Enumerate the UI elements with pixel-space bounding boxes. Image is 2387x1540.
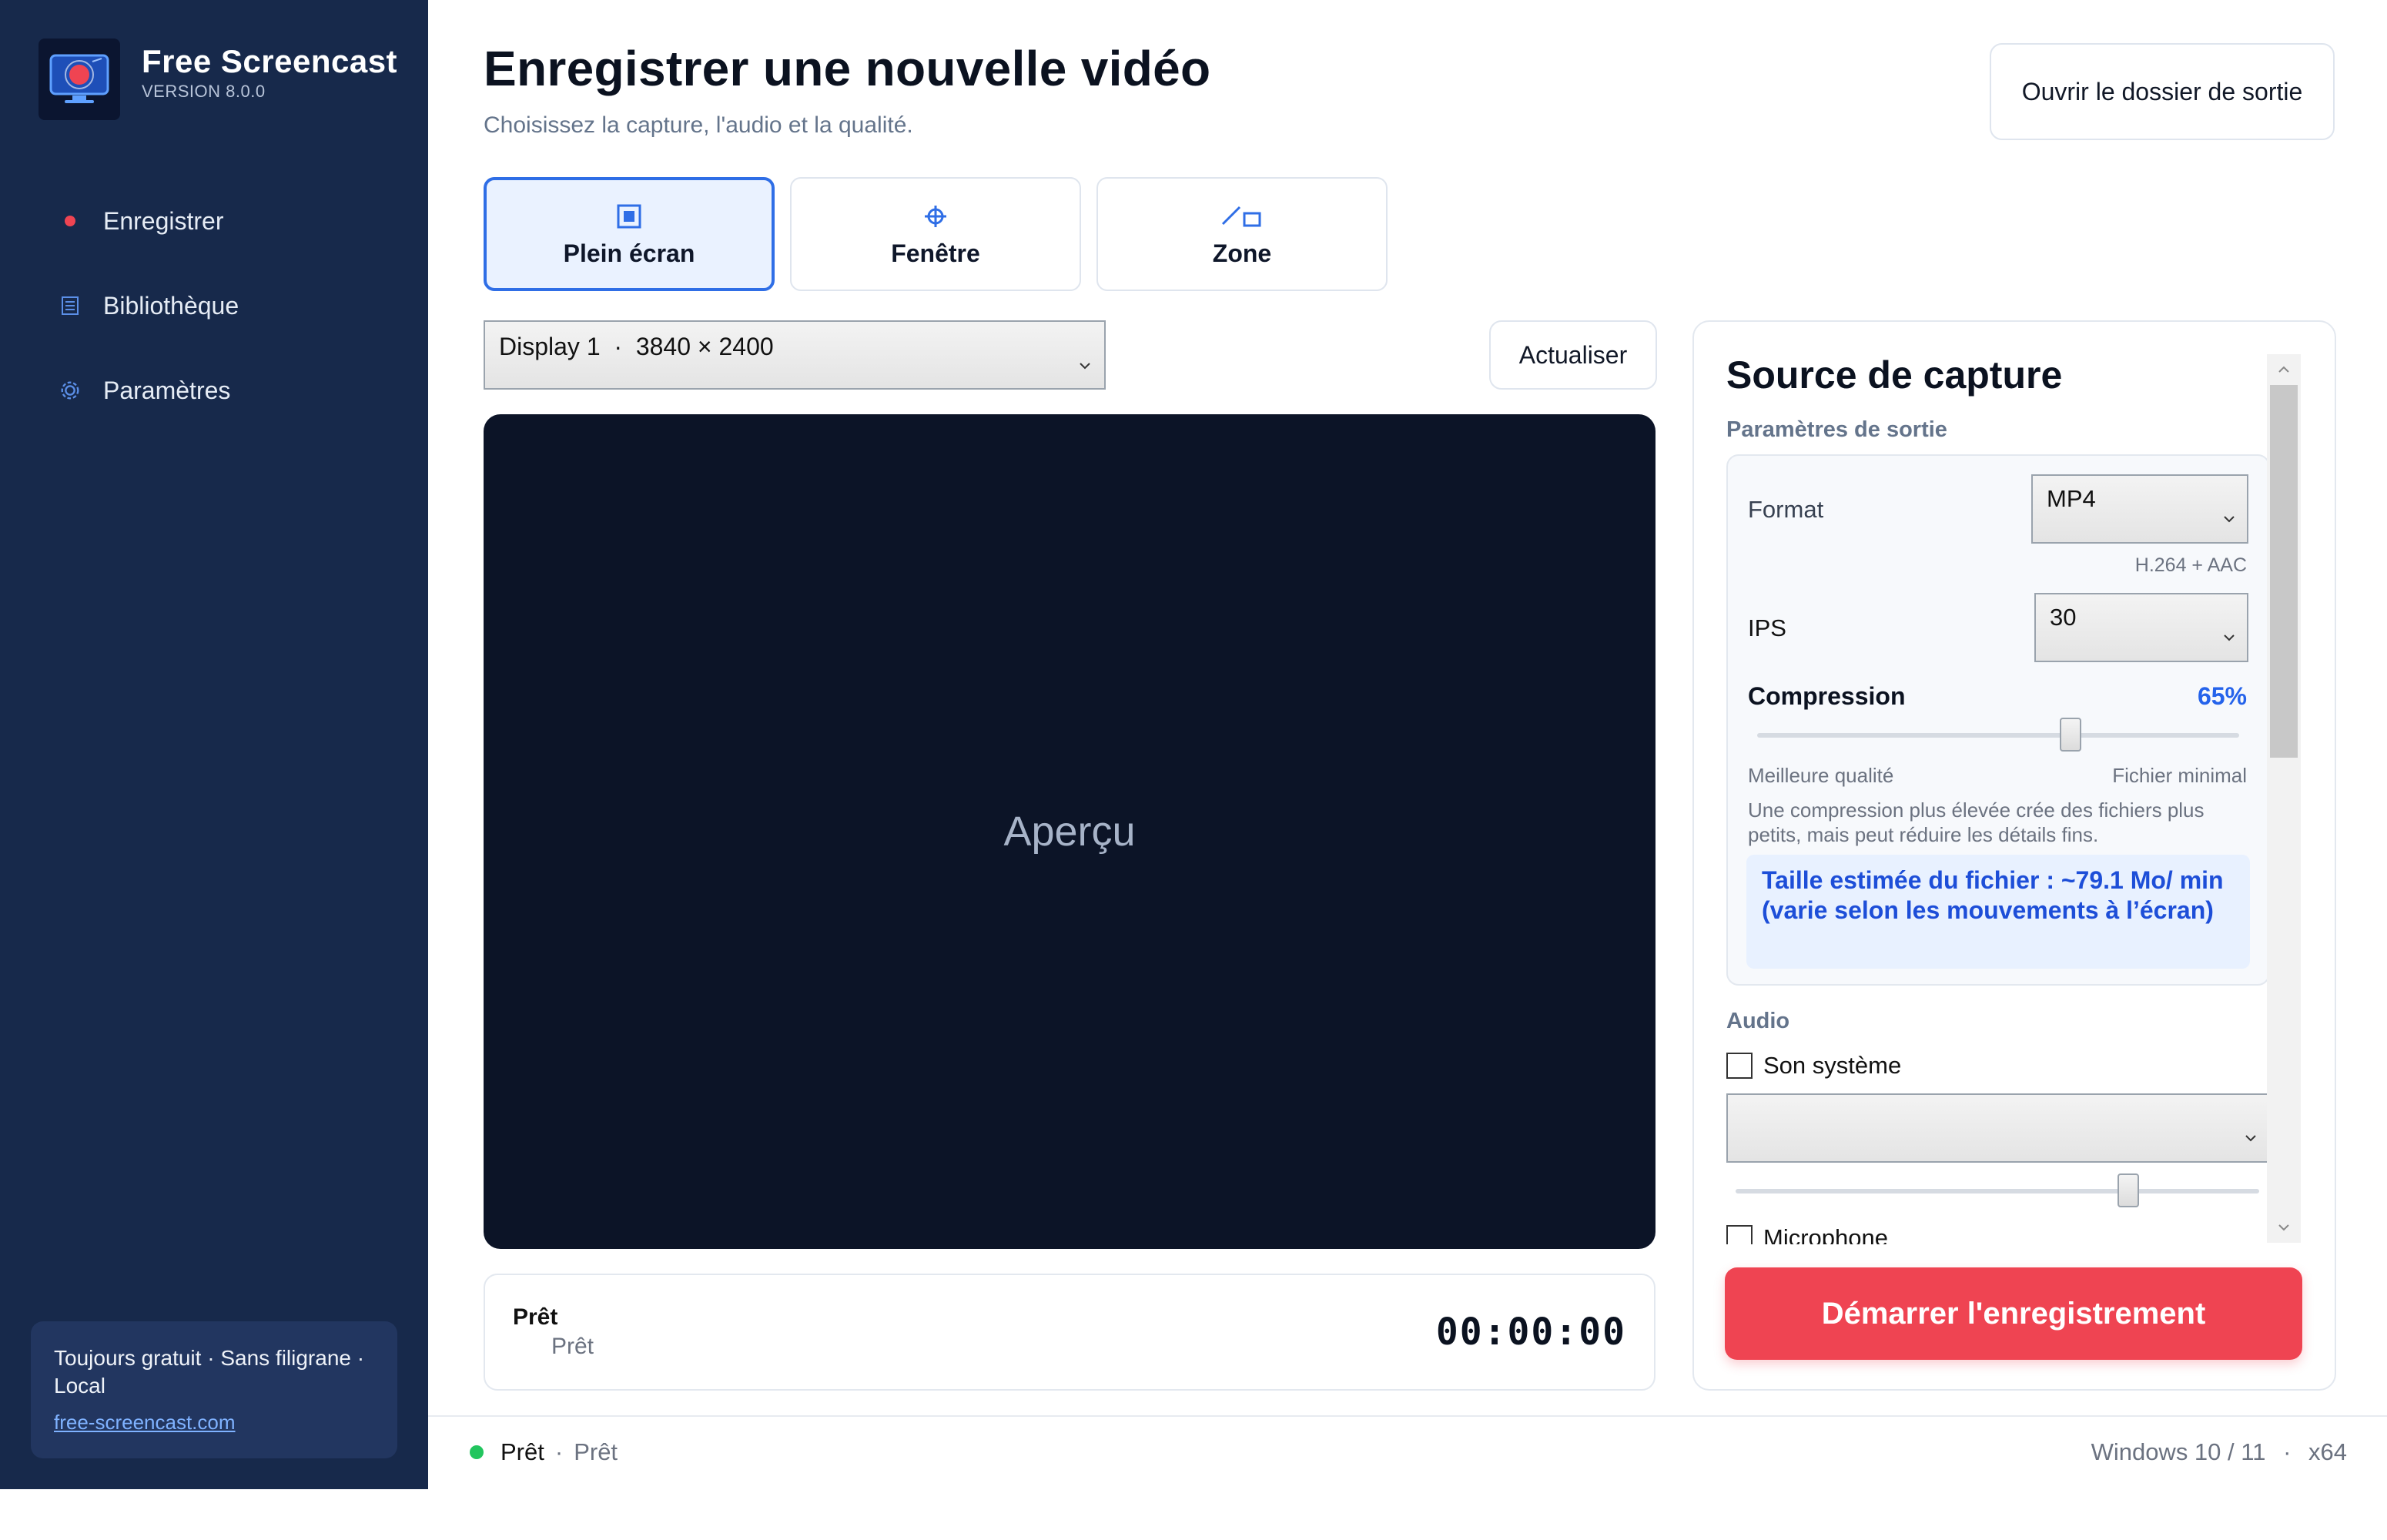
- capture-source-panel: Source de capture Paramètres de sortie F…: [1692, 320, 2336, 1391]
- crosshair-icon: [923, 201, 948, 232]
- recording-status-card: Prêt Prêt 00:00:00: [484, 1274, 1656, 1391]
- sidebar-item-label: Bibliothèque: [103, 291, 239, 320]
- audio-heading: Audio: [1726, 1009, 1790, 1033]
- website-link[interactable]: free-screencast.com: [54, 1411, 236, 1435]
- system-volume-slider-track[interactable]: [1736, 1189, 2259, 1194]
- start-recording-button[interactable]: Démarrer l'enregistrement: [1725, 1267, 2302, 1360]
- format-select-value: MP4: [2047, 485, 2096, 512]
- platform-label: Windows 10 / 11: [2091, 1438, 2266, 1465]
- app-version: VERSION 8.0.0: [142, 82, 266, 101]
- system-sound-label: Son système: [1763, 1052, 1902, 1079]
- sidebar-item-record[interactable]: Enregistrer: [0, 179, 428, 263]
- chevron-down-icon: [1078, 348, 1092, 377]
- sidebar-item-label: Paramètres: [103, 376, 231, 404]
- recording-timer: 00:00:00: [1435, 1311, 1626, 1354]
- compression-description: Une compression plus élevée crée des fic…: [1748, 798, 2205, 846]
- panel-scroll-area[interactable]: Source de capture Paramètres de sortie F…: [1694, 322, 2272, 1244]
- scrollbar-thumb[interactable]: [2270, 385, 2298, 758]
- brand: Free Screencast VERSION 8.0.0: [38, 38, 397, 120]
- scroll-down-arrow-icon[interactable]: [2267, 1212, 2301, 1243]
- region-icon: [1221, 201, 1263, 232]
- fps-select[interactable]: 30: [2034, 593, 2248, 662]
- app-logo-icon: [38, 38, 120, 120]
- library-icon: [59, 294, 82, 317]
- status-state: Prêt: [500, 1438, 544, 1465]
- compression-max-label: Fichier minimal: [2112, 764, 2247, 787]
- display-select[interactable]: Display 1 · 3840 × 2400: [484, 320, 1106, 390]
- output-settings-heading: Paramètres de sortie: [1726, 417, 1947, 442]
- capture-mode-tabs: Plein écran Fenêtre Zone: [484, 177, 1388, 291]
- sidebar: Free Screencast VERSION 8.0.0 Enregistre…: [0, 0, 428, 1489]
- compression-value: 65%: [2197, 682, 2247, 710]
- capture-preview: Aperçu: [484, 414, 1656, 1249]
- status-subtitle: Prêt: [551, 1334, 594, 1359]
- sidebar-item-settings[interactable]: Paramètres: [0, 348, 428, 433]
- page-subtitle: Choisissez la capture, l'audio et la qua…: [484, 112, 913, 138]
- tab-region[interactable]: Zone: [1096, 177, 1388, 291]
- compression-min-label: Meilleure qualité: [1748, 764, 1894, 787]
- arch-label: x64: [2308, 1438, 2347, 1465]
- compression-slider-thumb[interactable]: [2059, 718, 2081, 752]
- checkbox-box[interactable]: [1726, 1225, 1753, 1244]
- chevron-down-icon: [2244, 1121, 2258, 1149]
- separator: ·: [2283, 1438, 2292, 1465]
- sidebar-item-label: Enregistrer: [103, 206, 224, 235]
- app-name: Free Screencast: [142, 43, 398, 79]
- codec-hint: H.264 + AAC: [2134, 554, 2247, 576]
- sidebar-nav: Enregistrer Bibliothèque Paramètres: [0, 179, 428, 433]
- scroll-up-arrow-icon[interactable]: [2267, 354, 2301, 385]
- tab-fullscreen[interactable]: Plein écran: [484, 177, 775, 291]
- fps-select-value: 30: [2050, 604, 2077, 631]
- output-settings-box: Format MP4 H.264 + AAC IPS 30 Compressio…: [1726, 454, 2270, 986]
- open-output-folder-button[interactable]: Ouvrir le dossier de sortie: [1990, 43, 2335, 140]
- separator: ·: [554, 1438, 564, 1465]
- status-bar: Prêt · Prêt Windows 10 / 11 · x64: [428, 1415, 2387, 1489]
- gear-icon: [59, 379, 82, 402]
- microphone-checkbox[interactable]: Microphone: [1726, 1224, 1888, 1244]
- format-label: Format: [1748, 496, 1824, 523]
- refresh-button[interactable]: Actualiser: [1489, 320, 1657, 390]
- system-sound-checkbox[interactable]: Son système: [1726, 1052, 1901, 1080]
- chevron-down-icon: [2222, 502, 2236, 530]
- tab-window[interactable]: Fenêtre: [790, 177, 1081, 291]
- audio-device-select[interactable]: [1726, 1093, 2270, 1163]
- page-title: Enregistrer une nouvelle vidéo: [484, 41, 1211, 96]
- panel-scrollbar[interactable]: [2267, 354, 2301, 1243]
- system-volume-slider-thumb[interactable]: [2118, 1173, 2139, 1207]
- promo-text: Toujours gratuit · Sans filigrane · Loca…: [54, 1346, 365, 1398]
- panel-title: Source de capture: [1726, 353, 2063, 397]
- tab-label: Zone: [1212, 239, 1272, 267]
- sidebar-item-library[interactable]: Bibliothèque: [0, 263, 428, 348]
- preview-label: Aperçu: [1003, 808, 1136, 855]
- fullscreen-icon: [617, 201, 641, 232]
- promo-card: Toujours gratuit · Sans filigrane · Loca…: [31, 1321, 397, 1458]
- tab-label: Plein écran: [563, 239, 695, 267]
- record-dot-icon: [59, 209, 82, 233]
- microphone-label: Microphone: [1763, 1224, 1888, 1244]
- file-size-estimate: Taille estimée du fichier : ~79.1 Mo/ mi…: [1746, 855, 2250, 969]
- fps-label: IPS: [1748, 614, 1786, 641]
- chevron-down-icon: [2222, 621, 2236, 648]
- status-title: Prêt: [513, 1304, 558, 1330]
- compression-label: Compression: [1748, 682, 1906, 710]
- format-select[interactable]: MP4: [2031, 474, 2248, 544]
- status-dot-icon: [470, 1445, 484, 1459]
- compression-slider-track[interactable]: [1757, 733, 2239, 738]
- tab-label: Fenêtre: [891, 239, 980, 267]
- status-detail: Prêt: [574, 1438, 618, 1465]
- display-select-value: Display 1 · 3840 × 2400: [499, 333, 774, 360]
- checkbox-box[interactable]: [1726, 1053, 1753, 1079]
